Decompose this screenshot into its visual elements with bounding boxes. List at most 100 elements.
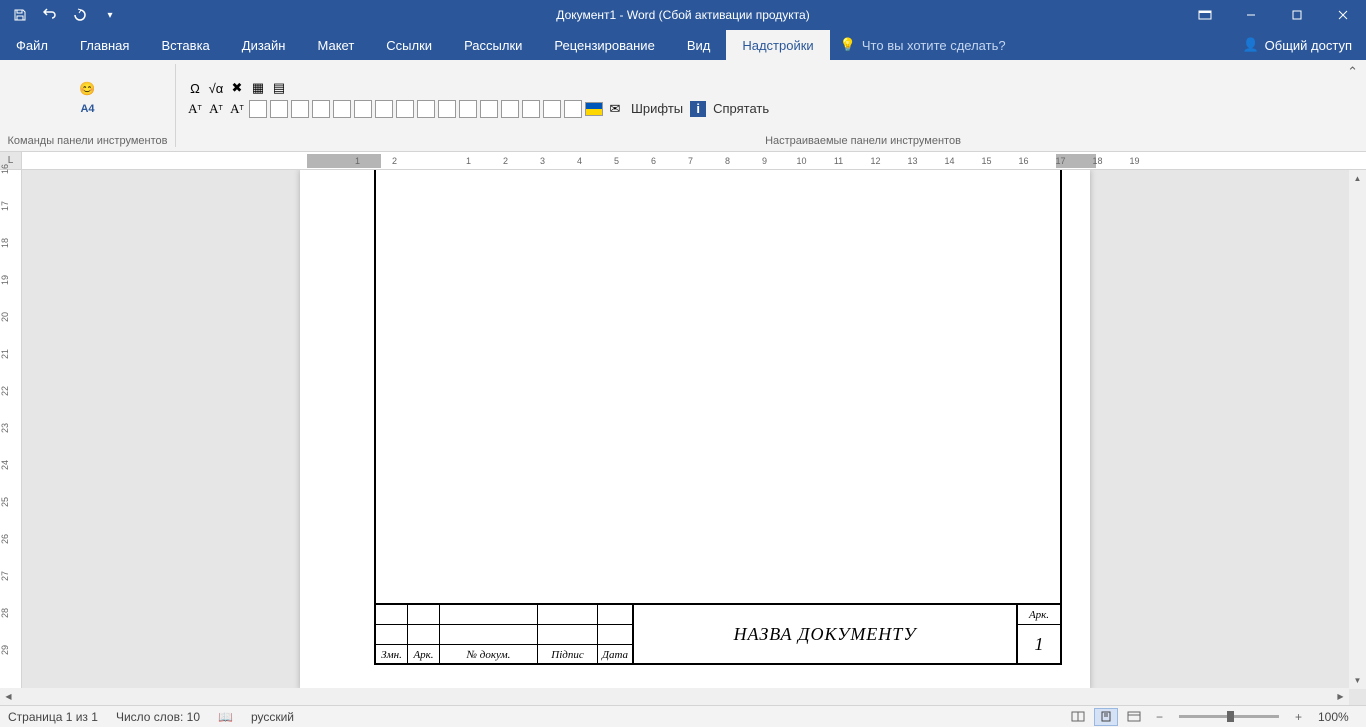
scroll-left-arrow[interactable]: ◀	[0, 692, 17, 701]
tab-insert[interactable]: Вставка	[145, 30, 225, 60]
font-a1-icon[interactable]: AT	[186, 100, 204, 118]
close-button[interactable]	[1320, 0, 1366, 30]
cross-icon[interactable]: ✖	[228, 79, 246, 97]
tab-references[interactable]: Ссылки	[370, 30, 448, 60]
language-status[interactable]: русский	[251, 710, 294, 724]
vertical-ruler: 1617181920212223242526272829	[0, 170, 22, 705]
tell-me-search[interactable]: 💡 Что вы хотите сделать?	[830, 30, 1016, 60]
zoom-slider[interactable]	[1179, 715, 1279, 718]
page-count[interactable]: Страница 1 из 1	[8, 710, 98, 724]
title-bar: ▾ Документ1 - Word (Сбой активации проду…	[0, 0, 1366, 30]
cell-data[interactable]: Дата	[598, 645, 634, 665]
document-page[interactable]: Змн. Арк. № докум. Підпис Дата НАЗВА ДОК…	[300, 170, 1090, 690]
tab-file[interactable]: Файл	[0, 30, 64, 60]
frame-btn-15[interactable]	[543, 100, 561, 118]
cell-empty-6[interactable]	[376, 625, 408, 645]
ribbon-collapse-icon[interactable]: ⌃	[1347, 64, 1358, 80]
frame-btn-13[interactable]	[501, 100, 519, 118]
table-icon[interactable]: ▤	[270, 79, 288, 97]
minimize-button[interactable]	[1228, 0, 1274, 30]
omega-icon[interactable]: Ω	[186, 79, 204, 97]
frame-btn-14[interactable]	[522, 100, 540, 118]
cell-empty-1[interactable]	[376, 605, 408, 625]
fonts-button[interactable]: Шрифты	[627, 99, 687, 118]
save-icon[interactable]	[8, 3, 32, 27]
window-title: Документ1 - Word (Сбой активации продукт…	[556, 8, 809, 22]
spellcheck-icon[interactable]: 📖	[218, 710, 233, 724]
tab-mailings[interactable]: Рассылки	[448, 30, 538, 60]
cell-zmn[interactable]: Змн.	[376, 645, 408, 665]
frame-btn-11[interactable]	[459, 100, 477, 118]
frame-btn-4[interactable]	[312, 100, 330, 118]
frame-btn-9[interactable]	[417, 100, 435, 118]
view-print-layout[interactable]	[1094, 708, 1118, 726]
ribbon: 😊 А4 Команды панели инструментов Ω √α ✖ …	[0, 60, 1366, 152]
ark-label[interactable]: Арк.	[1018, 605, 1060, 625]
undo-icon[interactable]	[38, 3, 62, 27]
font-a2-icon[interactable]: AT	[207, 100, 225, 118]
horizontal-scrollbar[interactable]: ◀ ▶	[0, 688, 1349, 705]
cell-empty-3[interactable]	[440, 605, 538, 625]
frame-btn-5[interactable]	[333, 100, 351, 118]
smiley-icon[interactable]: 😊	[79, 80, 97, 98]
tab-design[interactable]: Дизайн	[226, 30, 302, 60]
hide-button[interactable]: Спрятать	[709, 99, 773, 118]
qat-customize-icon[interactable]: ▾	[98, 3, 122, 27]
font-a3-icon[interactable]: AT	[228, 100, 246, 118]
grid-icon[interactable]: ▦	[249, 79, 267, 97]
page-frame: Змн. Арк. № докум. Підпис Дата НАЗВА ДОК…	[374, 170, 1062, 665]
frame-btn-16[interactable]	[564, 100, 582, 118]
page-number[interactable]: 1	[1018, 625, 1060, 663]
horizontal-ruler: L 1212345678910111213141516171819	[0, 152, 1366, 170]
frame-btn-2[interactable]	[270, 100, 288, 118]
frame-btn-10[interactable]	[438, 100, 456, 118]
cell-empty-8[interactable]	[440, 625, 538, 645]
word-count[interactable]: Число слов: 10	[116, 710, 200, 724]
scroll-right-arrow[interactable]: ▶	[1332, 692, 1349, 701]
vertical-scrollbar[interactable]: ▲ ▼	[1349, 170, 1366, 689]
frame-btn-12[interactable]	[480, 100, 498, 118]
frame-btn-6[interactable]	[354, 100, 372, 118]
tab-layout[interactable]: Макет	[301, 30, 370, 60]
envelope-icon[interactable]: ✉	[606, 100, 624, 118]
info-icon[interactable]: i	[690, 101, 706, 117]
title-block: Змн. Арк. № докум. Підпис Дата НАЗВА ДОК…	[376, 603, 1060, 663]
zoom-out-button[interactable]: −	[1150, 710, 1169, 724]
ribbon-group-label-1: Команды панели инструментов	[8, 133, 168, 151]
sqrt-icon[interactable]: √α	[207, 79, 225, 97]
zoom-in-button[interactable]: +	[1289, 710, 1308, 724]
frame-btn-1[interactable]	[249, 100, 267, 118]
scroll-down-arrow[interactable]: ▼	[1349, 672, 1366, 689]
ribbon-tabs: Файл Главная Вставка Дизайн Макет Ссылки…	[0, 30, 1366, 60]
frame-btn-3[interactable]	[291, 100, 309, 118]
cell-pidpys[interactable]: Підпис	[538, 645, 598, 665]
share-icon: 👤	[1242, 37, 1258, 53]
cell-empty-7[interactable]	[408, 625, 440, 645]
cell-empty-10[interactable]	[598, 625, 634, 645]
redo-icon[interactable]	[68, 3, 92, 27]
tell-me-placeholder: Что вы хотите сделать?	[862, 38, 1006, 53]
cell-empty-5[interactable]	[598, 605, 634, 625]
view-web-layout[interactable]	[1122, 708, 1146, 726]
tab-view[interactable]: Вид	[671, 30, 727, 60]
a4-button[interactable]: А4	[79, 100, 97, 118]
cell-ark[interactable]: Арк.	[408, 645, 440, 665]
view-read-mode[interactable]	[1066, 708, 1090, 726]
cell-empty-2[interactable]	[408, 605, 440, 625]
tab-addins[interactable]: Надстройки	[726, 30, 829, 60]
maximize-button[interactable]	[1274, 0, 1320, 30]
document-title-cell[interactable]: НАЗВА ДОКУМЕНТУ	[634, 605, 1018, 663]
document-area: 1617181920212223242526272829	[0, 170, 1366, 705]
cell-empty-4[interactable]	[538, 605, 598, 625]
frame-btn-7[interactable]	[375, 100, 393, 118]
ribbon-options-icon[interactable]	[1182, 0, 1228, 30]
ukraine-flag-icon[interactable]	[585, 102, 603, 116]
tab-review[interactable]: Рецензирование	[538, 30, 670, 60]
cell-empty-9[interactable]	[538, 625, 598, 645]
share-button[interactable]: 👤 Общий доступ	[1228, 30, 1366, 60]
tab-home[interactable]: Главная	[64, 30, 145, 60]
zoom-level[interactable]: 100%	[1318, 710, 1358, 724]
scroll-up-arrow[interactable]: ▲	[1349, 170, 1366, 187]
frame-btn-8[interactable]	[396, 100, 414, 118]
cell-dokum[interactable]: № докум.	[440, 645, 538, 665]
